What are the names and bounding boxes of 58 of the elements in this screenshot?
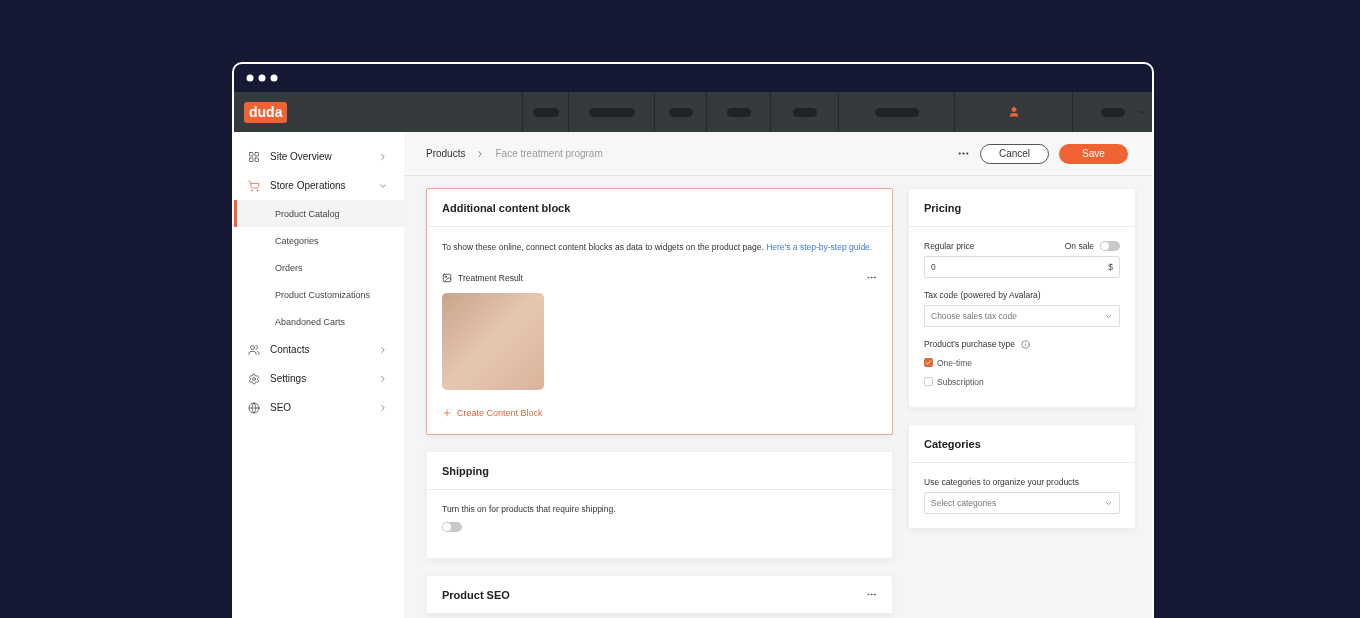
chevron-right-icon [378,151,388,162]
plus-icon [442,408,452,418]
placeholder-bar [588,107,635,117]
sidebar-subitem[interactable]: Abandoned Carts [234,308,404,335]
placeholder-bar [726,107,751,117]
sidebar-icon [248,179,260,192]
create-content-block-button[interactable]: Create Content Block [442,408,543,418]
placeholder-bar [874,107,919,117]
breadcrumb-item[interactable]: Products [426,148,466,159]
sidebar-item[interactable]: Contacts [234,335,404,364]
sidebar-icon [248,372,260,385]
sidebar-item[interactable]: Site Overview [234,142,404,171]
chevron-right-icon [378,402,388,413]
price-field[interactable]: 0 $ [924,256,1120,278]
sidebar-item[interactable]: SEO [234,393,404,422]
card-title: Shipping [442,464,491,477]
window-dots-icon [246,74,280,82]
sidebar-icon [248,150,260,163]
block-label: Treatment Result [458,272,524,283]
sidebar-icon [248,401,260,414]
cancel-button[interactable]: Cancel [980,143,1049,164]
checkbox-option[interactable]: One-time [924,353,972,372]
checkbox[interactable] [924,377,933,386]
chevron-right-icon [378,344,388,355]
tax-code-dropdown[interactable]: Choose sales tax code [924,305,1120,327]
field-label: Tax code (powered by Avalara) [924,290,1041,300]
card-title: Pricing [924,201,963,214]
chevron-right-icon [378,373,388,384]
sidebar-subitem[interactable]: Categories [234,227,404,254]
description-text: To show these online, connect content blocks as data to widgets on the product page. Here's a step-by-step guide. [442,241,873,254]
breadcrumb-item: Face treatment program [495,148,603,159]
field-label: Product's purchase type [924,339,1015,349]
sidebar-item[interactable]: Settings [234,364,404,393]
description-text: Use categories to organize your products [924,477,1079,487]
sidebar-subitem[interactable]: Product Catalog [234,200,404,227]
placeholder-bar [532,107,559,117]
guide-link[interactable]: Here's a step-by-step guide. [766,242,873,252]
placeholder-bar [792,107,817,117]
card-title: Additional content block [442,201,572,214]
sidebar-subitem[interactable]: Orders [234,254,404,281]
description-text: Turn this on for products that require shipping. [442,504,616,514]
shipping-toggle[interactable] [442,522,462,532]
card-title: Product SEO [442,588,511,601]
categories-dropdown[interactable]: Select categories [924,492,1120,514]
on-sale-toggle[interactable] [1100,241,1120,251]
sidebar-subitem[interactable]: Product Customizations [234,281,404,308]
card-title: Categories [924,437,982,450]
placeholder-bar [668,107,693,117]
checkbox-option[interactable]: Subscription [924,372,984,391]
info-icon[interactable] [1020,339,1030,349]
sidebar-item[interactable]: Store Operations [234,171,404,200]
checkbox[interactable] [924,358,933,367]
sidebar-icon [248,343,260,356]
person-icon[interactable] [1007,106,1020,118]
placeholder-bar [1100,107,1125,117]
image-icon [442,272,452,283]
field-label: Regular price [924,241,976,251]
toggle-label: On sale [1064,241,1094,251]
